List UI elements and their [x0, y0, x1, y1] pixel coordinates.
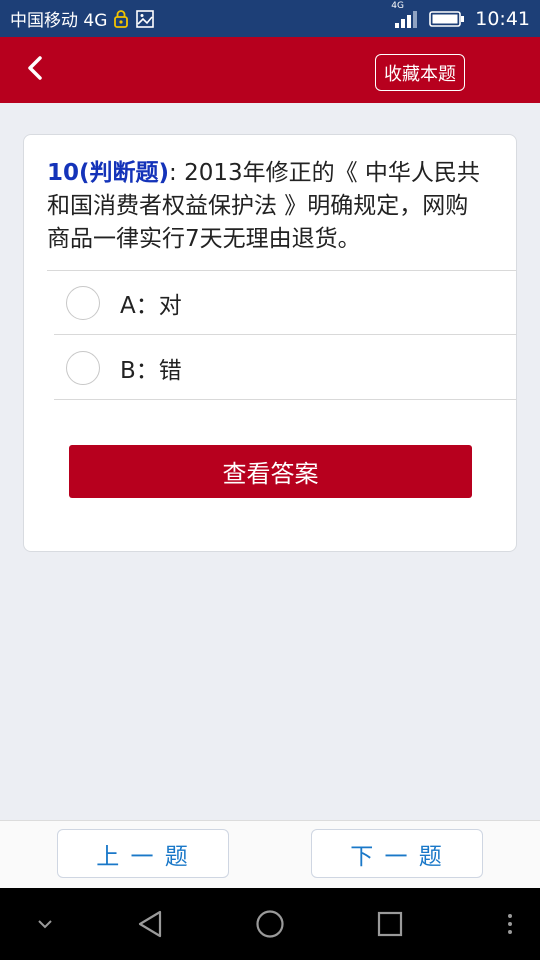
next-question-button[interactable]: 下 一 题 — [311, 829, 483, 878]
status-left: 中国移动 4G — [10, 6, 155, 31]
question-text: 10(判断题): 2013年修正的《 中华人民共和国消费者权益保护法 》明确规定… — [47, 157, 487, 256]
image-icon — [135, 9, 155, 29]
status-bar: 中国移动 4G 4G 10:41 — [0, 0, 540, 37]
prev-question-button[interactable]: 上 一 题 — [57, 829, 229, 878]
signal-icon: 4G — [391, 1, 419, 29]
chevron-down-icon[interactable] — [28, 888, 62, 960]
clock: 10:41 — [475, 7, 530, 30]
system-nav-bar — [0, 888, 540, 960]
back-triangle-icon[interactable] — [130, 888, 170, 960]
carrier-label: 中国移动 4G — [10, 11, 108, 31]
lock-icon — [113, 9, 129, 29]
chevron-left-icon — [24, 55, 46, 85]
battery-icon — [429, 10, 465, 28]
option-b[interactable]: B：错 — [54, 336, 516, 400]
recents-square-icon[interactable] — [370, 888, 410, 960]
network-badge: 4G — [391, 0, 404, 11]
option-a-label: A：对 — [120, 292, 182, 319]
show-answer-button[interactable]: 查看答案 — [69, 445, 472, 498]
option-b-label: B：错 — [120, 357, 182, 384]
question-card: 10(判断题): 2013年修正的《 中华人民共和国消费者权益保护法 》明确规定… — [23, 134, 517, 552]
home-circle-icon[interactable] — [250, 888, 290, 960]
option-a[interactable]: A：对 — [54, 271, 516, 335]
app-bar: 收藏本题 — [0, 37, 540, 103]
favorite-button[interactable]: 收藏本题 — [375, 54, 465, 91]
radio-a[interactable] — [66, 285, 100, 320]
status-right: 4G 10:41 — [391, 1, 530, 30]
bottom-nav-bar: 上 一 题 下 一 题 — [0, 820, 540, 888]
question-tag: 10(判断题) — [47, 160, 170, 186]
radio-b[interactable] — [66, 350, 100, 385]
more-dots-icon[interactable] — [498, 888, 522, 960]
back-button[interactable] — [18, 51, 52, 89]
